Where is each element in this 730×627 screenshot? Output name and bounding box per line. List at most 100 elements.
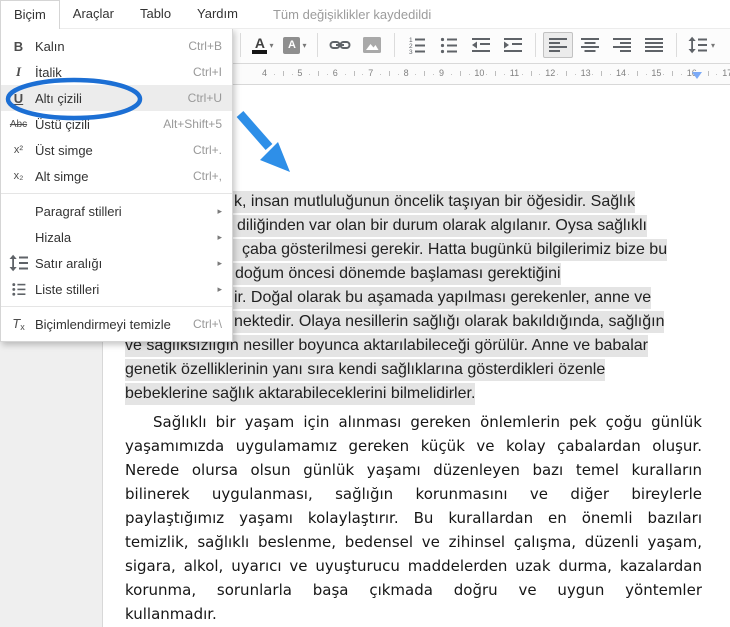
align-left-button[interactable] xyxy=(543,32,573,58)
format-menu: BKalınCtrl+BIİtalikCtrl+IUAltı çiziliCtr… xyxy=(0,28,233,342)
ruler-dot xyxy=(592,74,593,75)
submenu-arrow-icon: ▸ xyxy=(217,284,232,295)
ruler-dot xyxy=(575,74,576,75)
align-center-button[interactable] xyxy=(575,32,605,58)
menu-item-line-spacing[interactable]: Satır aralığı▸ xyxy=(1,250,232,276)
menubar-item-yardım[interactable]: Yardım xyxy=(184,0,251,27)
ruler-number: 7 xyxy=(368,68,373,78)
ruler-dot xyxy=(345,74,346,75)
text-line: Nerede olursa olsun günlük yaşamı düzenl… xyxy=(125,458,702,482)
ruler-number: 6 xyxy=(333,68,338,78)
line-spacing-button[interactable]: ▾ xyxy=(684,32,718,58)
text-line: korunma, sorunlarla başa çıkmada doğru v… xyxy=(125,578,702,602)
text-line: kullanmadır. xyxy=(125,602,702,626)
menubar-item-araçlar[interactable]: Araçlar xyxy=(60,0,127,27)
ruler-dot xyxy=(469,74,470,75)
menu-item-label: Alt simge xyxy=(31,169,193,184)
submenu-arrow-icon: ▸ xyxy=(217,232,232,243)
line-spacing-icon xyxy=(1,253,31,273)
ruler-dot xyxy=(504,74,505,75)
text-line: Sağlıklı bir yaşam için alınması gereken… xyxy=(125,410,702,434)
annotation-arrow-icon xyxy=(233,107,297,183)
toolbar-separator xyxy=(240,33,241,57)
toolbar-separator xyxy=(676,33,677,57)
submenu-arrow-icon: ▸ xyxy=(217,206,232,217)
link-icon xyxy=(329,35,351,55)
ruler-tick xyxy=(566,71,567,76)
ruler-dot xyxy=(398,74,399,75)
ruler-dot xyxy=(557,74,558,75)
ruler-number: 10 xyxy=(474,68,484,78)
selected-text: diliğinden var olan bir durum olarak alg… xyxy=(237,215,647,237)
ruler-dot xyxy=(486,74,487,75)
ruler-dot xyxy=(681,74,682,75)
right-indent-marker[interactable] xyxy=(692,72,702,79)
text-line: paylaştığımız yaşamı kolaylaştırır. Bu k… xyxy=(125,506,702,530)
menu-item-list-styles[interactable]: Liste stilleri▸ xyxy=(1,276,232,302)
menu-shortcut: Alt+Shift+5 xyxy=(163,117,232,131)
ruler-dot xyxy=(433,74,434,75)
ruler-tick xyxy=(637,71,638,76)
bulleted-list-button[interactable] xyxy=(434,32,464,58)
ruler-dot xyxy=(380,74,381,75)
bold-icon: B xyxy=(1,39,31,54)
menu-shortcut: Ctrl+B xyxy=(188,39,232,53)
menu-item-clear-formatting[interactable]: TxBiçimlendirmeyi temizleCtrl+\ xyxy=(1,311,232,337)
text-color-button[interactable]: A▾ xyxy=(248,32,278,58)
ruler-tick xyxy=(424,71,425,76)
ruler-tick xyxy=(601,71,602,76)
ruler-number: 5 xyxy=(297,68,302,78)
justify-button[interactable] xyxy=(639,32,669,58)
menubar-item-tablo[interactable]: Tablo xyxy=(127,0,184,27)
numbered-list-icon: 123 xyxy=(407,35,427,55)
ruler-number: 4 xyxy=(262,68,267,78)
paragraph-2[interactable]: Sağlıklı bir yaşam için alınması gereken… xyxy=(125,410,702,626)
menu-shortcut: Ctrl+I xyxy=(193,65,232,79)
ruler-dot xyxy=(451,74,452,75)
ruler-tick xyxy=(318,71,319,76)
ruler-tick xyxy=(531,71,532,76)
subscript-icon: x₂ xyxy=(1,170,31,182)
menu-shortcut: Ctrl+, xyxy=(193,169,232,183)
menu-item-align[interactable]: Hizala▸ xyxy=(1,224,232,250)
menu-item-label: Üst simge xyxy=(31,143,193,158)
bulleted-list-icon xyxy=(439,35,459,55)
indent-icon xyxy=(503,35,523,55)
insert-image-button[interactable] xyxy=(357,32,387,58)
ruler-dot xyxy=(663,74,664,75)
ruler-number: 11 xyxy=(510,68,519,78)
ruler-tick xyxy=(354,71,355,76)
highlight-color-button[interactable]: A▾ xyxy=(280,32,310,58)
google-docs-app: BiçimAraçlarTabloYardım Tüm değişiklikle… xyxy=(0,0,730,627)
toolbar-separator xyxy=(317,33,318,57)
annotation-ellipse-icon xyxy=(2,77,148,122)
insert-link-button[interactable] xyxy=(325,32,355,58)
ruler-number: 14 xyxy=(616,68,626,78)
menu-item-bold[interactable]: BKalınCtrl+B xyxy=(1,33,232,59)
save-status: Tüm değişiklikler kaydedildi xyxy=(273,7,431,22)
numbered-list-button[interactable]: 123 xyxy=(402,32,432,58)
chevron-down-icon: ▾ xyxy=(711,41,715,50)
menu-item-subscript[interactable]: x₂Alt simgeCtrl+, xyxy=(1,163,232,189)
ruler-tick xyxy=(708,71,709,76)
ruler-dot xyxy=(362,74,363,75)
ruler-dot xyxy=(274,74,275,75)
align-right-button[interactable] xyxy=(607,32,637,58)
outdent-icon xyxy=(471,35,491,55)
menu-shortcut: Ctrl+. xyxy=(193,143,232,157)
menu-shortcut: Ctrl+\ xyxy=(193,317,232,331)
align-center-icon xyxy=(580,35,600,55)
clear-formatting-icon: Tx xyxy=(1,316,31,332)
line-spacing-icon xyxy=(687,35,709,55)
justify-icon xyxy=(644,35,664,55)
menubar-item-biçim[interactable]: Biçim xyxy=(0,0,60,29)
menu-item-superscript[interactable]: x²Üst simgeCtrl+. xyxy=(1,137,232,163)
menu-item-label: Liste stilleri xyxy=(31,282,217,297)
ruler-dot xyxy=(327,74,328,75)
decrease-indent-button[interactable] xyxy=(466,32,496,58)
toolbar-separator xyxy=(394,33,395,57)
menu-item-paragraph-styles[interactable]: Paragraf stilleri▸ xyxy=(1,198,232,224)
ruler-dot xyxy=(415,74,416,75)
menu-separator xyxy=(1,193,232,194)
increase-indent-button[interactable] xyxy=(498,32,528,58)
